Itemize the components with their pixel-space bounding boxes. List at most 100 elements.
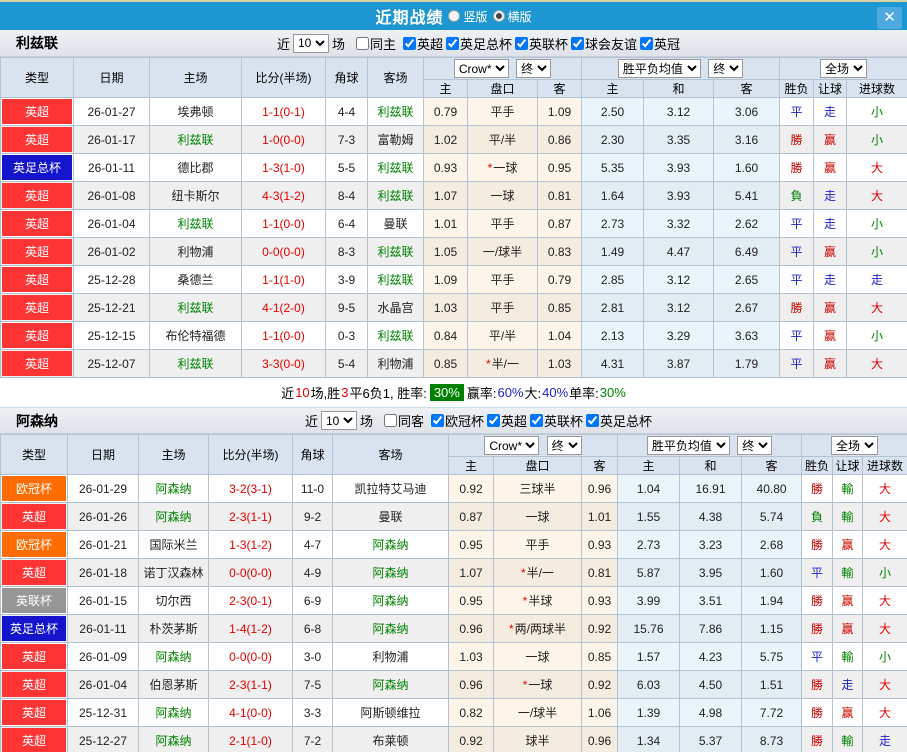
- match-date: 25-12-27: [68, 727, 139, 752]
- avg-time-select[interactable]: 终: [708, 59, 743, 78]
- result-goals: 大: [863, 531, 907, 559]
- league-cell: 欧冠杯: [1, 475, 68, 503]
- away-team: 阿森纳: [333, 615, 449, 643]
- result-handicap: 赢: [833, 699, 863, 727]
- league-checkbox[interactable]: [530, 414, 543, 427]
- avg-select-cell: 胜平负均值 终: [618, 435, 802, 457]
- avg-away-odds: 1.79: [714, 350, 780, 378]
- col-home: 主场: [139, 435, 209, 475]
- match-score: 1-0(0-0): [242, 126, 326, 154]
- col-avg-home: 主: [618, 457, 680, 475]
- radio-unselected-icon[interactable]: [448, 10, 460, 22]
- period-select[interactable]: 全场: [831, 436, 878, 455]
- col-avg-draw: 和: [680, 457, 742, 475]
- match-row: 英超26-01-17利兹联1-0(0-0)7-3富勒姆1.02平/半0.862.…: [1, 126, 907, 154]
- league-badge: 英超: [2, 672, 66, 697]
- summary-text: 单率:: [569, 383, 599, 402]
- league-filter[interactable]: 英足总杯: [446, 34, 512, 53]
- league-filter[interactable]: 英超: [487, 411, 527, 430]
- crow-home-odds: 1.05: [424, 238, 468, 266]
- league-checkbox[interactable]: [446, 37, 459, 50]
- result-wdl: 平: [780, 98, 814, 126]
- same-venue-checkbox[interactable]: [384, 414, 397, 427]
- col-away: 客场: [333, 435, 449, 475]
- avg-time-select[interactable]: 终: [737, 436, 772, 455]
- league-filter[interactable]: 英冠: [640, 34, 680, 53]
- avg-type-select[interactable]: 胜平负均值: [647, 436, 730, 455]
- league-checkbox[interactable]: [586, 414, 599, 427]
- league-filter[interactable]: 欧冠杯: [431, 411, 484, 430]
- handicap-star-icon: *: [521, 566, 526, 580]
- league-filter[interactable]: 球会友谊: [571, 34, 637, 53]
- league-badge: 英足总杯: [2, 155, 72, 180]
- league-checkbox[interactable]: [571, 37, 584, 50]
- period-select[interactable]: 全场: [820, 59, 867, 78]
- radio-selected-icon[interactable]: [493, 10, 505, 22]
- away-team: 布莱顿: [333, 727, 449, 752]
- handicap-line: 平手: [468, 294, 538, 322]
- match-row: 英超26-01-02利物浦0-0(0-0)8-3利兹联1.05一/球半0.831…: [1, 238, 907, 266]
- summary-text: 30%: [600, 385, 626, 400]
- match-row: 英超25-12-07利兹联3-3(0-0)5-4利物浦0.85*半/一1.034…: [1, 350, 907, 378]
- league-checkbox[interactable]: [487, 414, 500, 427]
- same-venue-checkbox[interactable]: [356, 37, 369, 50]
- handicap-line: *一球: [494, 671, 582, 699]
- league-cell: 英超: [1, 126, 74, 154]
- recent-count-select[interactable]: 10: [293, 34, 329, 53]
- odds-company-select[interactable]: Crow*: [484, 436, 539, 455]
- league-cell: 英超: [1, 238, 74, 266]
- handicap-line: *半球: [494, 587, 582, 615]
- corner-score: 0-3: [326, 322, 368, 350]
- avg-draw-odds: 3.87: [644, 350, 714, 378]
- odds-time-select[interactable]: 终: [516, 59, 551, 78]
- corner-score: 7-5: [293, 671, 333, 699]
- odds-company-select[interactable]: Crow*: [454, 59, 509, 78]
- league-filter[interactable]: 英联杯: [530, 411, 583, 430]
- match-row: 英超25-12-15布伦特福德1-1(0-0)0-3利兹联0.84平/半1.04…: [1, 322, 907, 350]
- match-row: 英足总杯26-01-11朴茨茅斯1-4(1-2)6-8阿森纳0.96*两/两球半…: [1, 615, 907, 643]
- avg-away-odds: 1.60: [714, 154, 780, 182]
- match-date: 26-01-08: [74, 182, 150, 210]
- recent-count-select[interactable]: 10: [321, 411, 357, 430]
- avg-draw-odds: 3.51: [680, 587, 742, 615]
- avg-type-select[interactable]: 胜平负均值: [618, 59, 701, 78]
- league-checkbox[interactable]: [640, 37, 653, 50]
- avg-draw-odds: 16.91: [680, 475, 742, 503]
- handicap-star-icon: *: [509, 622, 514, 636]
- match-score: 3-3(0-0): [242, 350, 326, 378]
- league-badge: 英超: [2, 99, 72, 124]
- league-checkbox[interactable]: [431, 414, 444, 427]
- corner-score: 7-3: [326, 126, 368, 154]
- league-filter[interactable]: 英联杯: [515, 34, 568, 53]
- league-filters: 欧冠杯英超英联杯英足总杯: [431, 411, 652, 430]
- league-checkbox[interactable]: [403, 37, 416, 50]
- near-label: 近: [277, 34, 290, 53]
- same-venue-filter[interactable]: 同主: [356, 34, 396, 53]
- summary-text: 10: [295, 385, 309, 400]
- match-score: 0-0(0-0): [209, 643, 293, 671]
- layout-horizontal-radio[interactable]: 横版: [493, 8, 532, 25]
- crow-away-odds: 0.79: [538, 266, 582, 294]
- close-button[interactable]: ✕: [877, 7, 902, 29]
- same-venue-filter[interactable]: 同客: [384, 411, 424, 430]
- home-team: 伯恩茅斯: [139, 671, 209, 699]
- avg-draw-odds: 3.12: [644, 294, 714, 322]
- team-name: 阿森纳: [16, 411, 58, 431]
- match-row: 英超26-01-04伯恩茅斯2-3(1-1)7-5阿森纳0.96*一球0.926…: [1, 671, 907, 699]
- league-checkbox[interactable]: [515, 37, 528, 50]
- odds-time-select[interactable]: 终: [547, 436, 582, 455]
- crow-home-odds: 0.79: [424, 98, 468, 126]
- crow-away-odds: 0.87: [538, 210, 582, 238]
- crow-home-odds: 1.09: [424, 266, 468, 294]
- crow-home-odds: 0.96: [449, 615, 494, 643]
- avg-draw-odds: 4.23: [680, 643, 742, 671]
- summary-text: 40%: [542, 385, 568, 400]
- league-filter[interactable]: 英超: [403, 34, 443, 53]
- league-badge: 英联杯: [2, 588, 66, 613]
- handicap-line: 平手: [494, 531, 582, 559]
- crow-away-odds: 0.95: [538, 154, 582, 182]
- corner-score: 5-4: [326, 350, 368, 378]
- corner-score: 4-4: [326, 98, 368, 126]
- league-filter[interactable]: 英足总杯: [586, 411, 652, 430]
- layout-vertical-radio[interactable]: 竖版: [448, 8, 487, 25]
